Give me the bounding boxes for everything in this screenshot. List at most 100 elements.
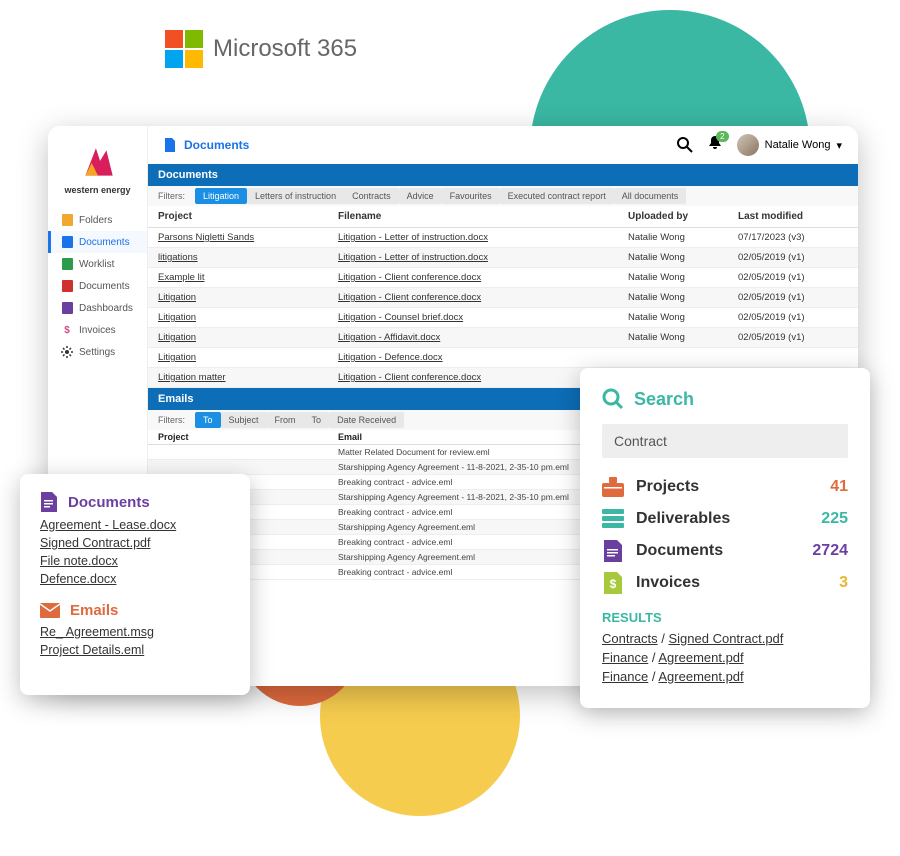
email-filter-chip[interactable]: Date Received: [329, 412, 404, 428]
col-uploaded[interactable]: Uploaded by: [628, 211, 738, 222]
document-link[interactable]: Defence.docx: [40, 572, 230, 586]
filter-chip[interactable]: Letters of instruction: [247, 188, 344, 204]
search-result: Contracts / Signed Contract.pdf: [602, 631, 848, 646]
search-icon[interactable]: [677, 137, 693, 153]
result-file[interactable]: Signed Contract.pdf: [668, 631, 783, 646]
sidebar-item-worklist[interactable]: Worklist: [48, 253, 147, 275]
stat-value: 41: [830, 478, 848, 496]
filter-chip[interactable]: Executed contract report: [500, 188, 614, 204]
cell-project[interactable]: Example lit: [158, 272, 338, 283]
chevron-down-icon: ▾: [836, 139, 842, 152]
cell-project[interactable]: Litigation matter: [158, 372, 338, 383]
cell-filename[interactable]: Litigation - Client conference.docx: [338, 272, 628, 283]
sidebar-item-folders[interactable]: Folders: [48, 209, 147, 231]
envelope-icon: [40, 603, 60, 618]
documents-filters: Filters: LitigationLetters of instructio…: [148, 186, 858, 206]
col-email-project[interactable]: Project: [158, 432, 338, 442]
result-file[interactable]: Agreement.pdf: [658, 669, 743, 684]
cell-filename[interactable]: Litigation - Counsel brief.docx: [338, 312, 628, 323]
sidebar-item-settings[interactable]: Settings: [48, 341, 147, 363]
notifications-button[interactable]: 2: [707, 135, 723, 156]
cell-project[interactable]: Litigation: [158, 312, 338, 323]
col-filename[interactable]: Filename: [338, 211, 628, 222]
filter-chip[interactable]: Contracts: [344, 188, 399, 204]
table-row[interactable]: Example litLitigation - Client conferenc…: [148, 268, 858, 288]
result-file[interactable]: Agreement.pdf: [658, 650, 743, 665]
cell-project[interactable]: Litigation: [158, 352, 338, 363]
document-link[interactable]: Agreement - Lease.docx: [40, 518, 230, 532]
email-link[interactable]: Project Details.eml: [40, 643, 230, 657]
cell-modified: 02/05/2019 (v1): [738, 332, 848, 343]
document-link[interactable]: File note.docx: [40, 554, 230, 568]
avatar: [737, 134, 759, 156]
result-folder[interactable]: Contracts: [602, 631, 658, 646]
stat-label: Deliverables: [636, 510, 809, 528]
filter-chip[interactable]: Advice: [399, 188, 442, 204]
stat-projects[interactable]: Projects41: [602, 476, 848, 498]
document-link[interactable]: Signed Contract.pdf: [40, 536, 230, 550]
nav-label: Documents: [79, 281, 130, 292]
email-filter-chip[interactable]: From: [267, 412, 304, 428]
cell-project[interactable]: Litigation: [158, 292, 338, 303]
search-card: Search Contract Projects41 Deliverables22…: [580, 368, 870, 708]
nav-label: Settings: [79, 347, 115, 358]
filter-chip[interactable]: Favourites: [442, 188, 500, 204]
email-link[interactable]: Re_ Agreement.msg: [40, 625, 230, 639]
cell-modified: [738, 352, 848, 363]
result-folder[interactable]: Finance: [602, 669, 648, 684]
doc-icon: [164, 138, 176, 152]
email-filter-chip[interactable]: To: [195, 412, 221, 428]
col-modified[interactable]: Last modified: [738, 211, 848, 222]
cell-modified: 02/05/2019 (v1): [738, 292, 848, 303]
sidebar-item-documents[interactable]: Documents: [48, 231, 147, 253]
cell-filename[interactable]: Litigation - Client conference.docx: [338, 292, 628, 303]
doc-icon: [40, 492, 58, 512]
stat-docs[interactable]: Documents2724: [602, 540, 848, 562]
sidebar-item-invoices[interactable]: $Invoices: [48, 319, 147, 341]
cell-project[interactable]: Litigation: [158, 332, 338, 343]
stat-deliv[interactable]: Deliverables225: [602, 508, 848, 530]
cell-uploaded: Natalie Wong: [628, 272, 738, 283]
table-row[interactable]: LitigationLitigation - Affidavit.docxNat…: [148, 328, 858, 348]
documents-grid-header: Project Filename Uploaded by Last modifi…: [148, 206, 858, 228]
nav-label: Documents: [79, 237, 130, 248]
stat-inv[interactable]: $Invoices3: [602, 572, 848, 594]
sidebar-item-documents[interactable]: Documents: [48, 275, 147, 297]
stat-value: 3: [839, 574, 848, 592]
table-row[interactable]: LitigationLitigation - Defence.docx: [148, 348, 858, 368]
filter-chip[interactable]: Litigation: [195, 188, 247, 204]
filters-label: Filters:: [158, 191, 185, 201]
col-project[interactable]: Project: [158, 211, 338, 222]
table-row[interactable]: Parsons Nigletti SandsLitigation - Lette…: [148, 228, 858, 248]
chart-icon: [61, 302, 73, 314]
cell-project[interactable]: litigations: [158, 252, 338, 263]
cell-email-project: [158, 462, 338, 472]
email-filter-chip[interactable]: Subject: [221, 412, 267, 428]
cell-project[interactable]: Parsons Nigletti Sands: [158, 232, 338, 243]
stat-icon: $: [602, 572, 624, 594]
nav-label: Folders: [79, 215, 112, 226]
sidebar-item-dashboards[interactable]: Dashboards: [48, 297, 147, 319]
documents-panel-header: Documents: [148, 164, 858, 186]
search-result: Finance / Agreement.pdf: [602, 650, 848, 665]
cell-modified: 02/05/2019 (v1): [738, 272, 848, 283]
search-title: Search: [634, 389, 694, 410]
results-heading: RESULTS: [602, 610, 848, 625]
email-filter-chip[interactable]: To: [304, 412, 330, 428]
documents-emails-card: Documents Agreement - Lease.docxSigned C…: [20, 474, 250, 695]
nav-label: Dashboards: [79, 303, 133, 314]
table-row[interactable]: litigationsLitigation - Letter of instru…: [148, 248, 858, 268]
user-menu[interactable]: Natalie Wong ▾: [737, 134, 842, 156]
cell-filename[interactable]: Litigation - Letter of instruction.docx: [338, 252, 628, 263]
doc2-icon: [61, 280, 73, 292]
search-input[interactable]: Contract: [602, 424, 848, 458]
cell-filename[interactable]: Litigation - Affidavit.docx: [338, 332, 628, 343]
cell-filename[interactable]: Litigation - Letter of instruction.docx: [338, 232, 628, 243]
filter-chip[interactable]: All documents: [614, 188, 687, 204]
cell-uploaded: Natalie Wong: [628, 312, 738, 323]
table-row[interactable]: LitigationLitigation - Counsel brief.doc…: [148, 308, 858, 328]
result-folder[interactable]: Finance: [602, 650, 648, 665]
cell-filename[interactable]: Litigation - Defence.docx: [338, 352, 628, 363]
table-row[interactable]: LitigationLitigation - Client conference…: [148, 288, 858, 308]
dollar-icon: $: [61, 324, 73, 336]
